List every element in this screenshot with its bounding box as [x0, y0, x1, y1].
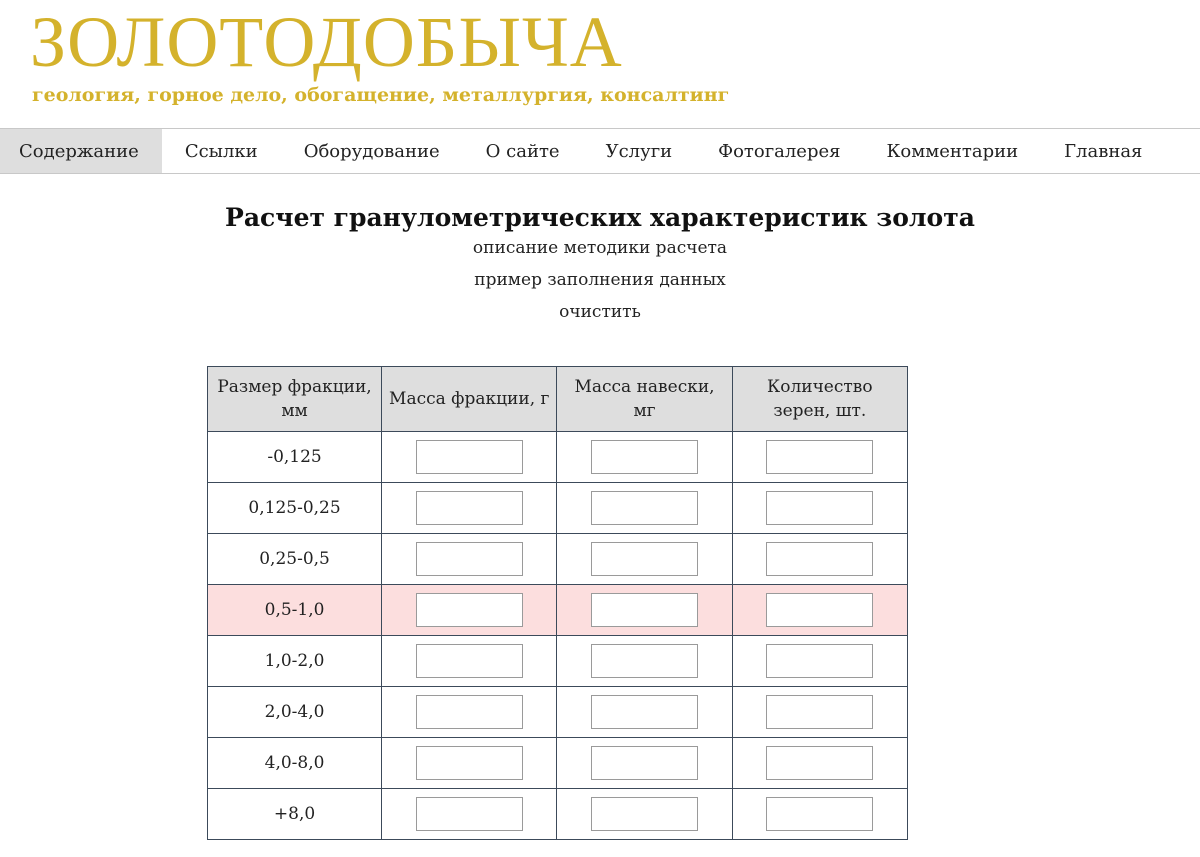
site-tagline: геология, горное дело, обогащение, метал… [32, 84, 730, 106]
sample-mass-input[interactable] [591, 491, 699, 525]
calc-heading: Расчет гранулометрических характеристик … [0, 200, 1200, 328]
table-row: 2,0-4,0 [206, 686, 909, 738]
site-logo[interactable]: ЗОЛОТОДОБЫЧА [30, 6, 623, 78]
granulometry-table: Размер фракции, мм Масса фракции, г Масс… [206, 366, 909, 840]
grain-count-input[interactable] [766, 491, 874, 525]
site-header: ЗОЛОТОДОБЫЧА геология, горное дело, обог… [0, 0, 1200, 128]
nav-item-about[interactable]: О сайте [463, 129, 583, 173]
fraction-size-cell: 0,125-0,25 [206, 482, 383, 534]
fraction-size-cell: +8,0 [206, 788, 383, 840]
fraction-mass-input[interactable] [415, 797, 523, 831]
nav-item-services[interactable]: Услуги [583, 129, 696, 173]
fraction-mass-input[interactable] [415, 542, 523, 576]
table-row: -0,125 [206, 431, 909, 483]
sample-mass-input[interactable] [591, 797, 699, 831]
fraction-size-cell: 4,0-8,0 [206, 737, 383, 789]
fraction-size-cell: 0,5-1,0 [206, 584, 383, 636]
fraction-size-cell: 0,25-0,5 [206, 533, 383, 585]
grain-count-input[interactable] [766, 542, 874, 576]
grain-count-input[interactable] [766, 797, 874, 831]
header-fraction-size: Размер фракции, мм [206, 366, 383, 432]
sample-mass-input[interactable] [591, 695, 699, 729]
page-title: Расчет гранулометрических характеристик … [225, 203, 975, 232]
header-fraction-mass: Масса фракции, г [381, 366, 558, 432]
grain-count-input[interactable] [766, 746, 874, 780]
sample-mass-input[interactable] [591, 644, 699, 678]
table-header-row: Размер фракции, мм Масса фракции, г Масс… [206, 366, 909, 432]
table-row-highlighted: 0,5-1,0 [206, 584, 909, 636]
grain-count-input[interactable] [766, 695, 874, 729]
method-description-link[interactable]: описание методики расчета [0, 232, 1200, 264]
fraction-size-cell: 1,0-2,0 [206, 635, 383, 687]
nav-item-contents[interactable]: Содержание [0, 129, 162, 173]
fraction-size-cell: -0,125 [206, 431, 383, 483]
grain-count-input[interactable] [766, 644, 874, 678]
grain-count-input[interactable] [766, 440, 874, 474]
nav-item-comments[interactable]: Комментарии [863, 129, 1041, 173]
table-row: 1,0-2,0 [206, 635, 909, 687]
example-data-link[interactable]: пример заполнения данных [0, 264, 1200, 296]
sample-mass-input[interactable] [591, 746, 699, 780]
nav-item-equipment[interactable]: Оборудование [281, 129, 463, 173]
nav-item-home[interactable]: Главная [1041, 129, 1165, 173]
fraction-size-cell: 2,0-4,0 [206, 686, 383, 738]
fraction-mass-input[interactable] [415, 746, 523, 780]
fraction-mass-input[interactable] [415, 491, 523, 525]
grain-count-input[interactable] [766, 593, 874, 627]
nav-item-links[interactable]: Ссылки [162, 129, 281, 173]
nav-item-gallery[interactable]: Фотогалерея [695, 129, 863, 173]
sample-mass-input[interactable] [591, 542, 699, 576]
fraction-mass-input[interactable] [415, 695, 523, 729]
fraction-mass-input[interactable] [415, 440, 523, 474]
table-row: 4,0-8,0 [206, 737, 909, 789]
table-row: +8,0 [206, 788, 909, 840]
table-row: 0,25-0,5 [206, 533, 909, 585]
sample-mass-input[interactable] [591, 593, 699, 627]
main-nav: Содержание Ссылки Оборудование О сайте У… [0, 128, 1200, 174]
fraction-mass-input[interactable] [415, 644, 523, 678]
fraction-mass-input[interactable] [415, 593, 523, 627]
sample-mass-input[interactable] [591, 440, 699, 474]
header-sample-mass: Масса навески, мг [556, 366, 733, 432]
table-row: 0,125-0,25 [206, 482, 909, 534]
clear-link[interactable]: очистить [0, 296, 1200, 328]
header-grain-count: Количество зерен, шт. [731, 366, 909, 432]
